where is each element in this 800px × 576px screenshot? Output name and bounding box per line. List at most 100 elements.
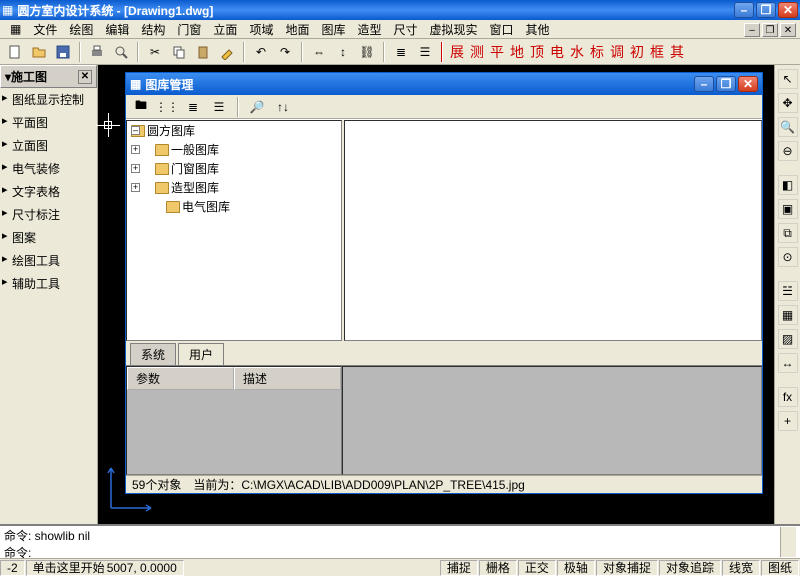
toggle-polar[interactable]: 极轴 xyxy=(557,560,595,576)
menu-struct[interactable]: 结构 xyxy=(135,21,171,38)
toggle-grid[interactable]: 栅格 xyxy=(479,560,517,576)
dialog-title-bar[interactable]: ▦ 图库管理 – ❐ ✕ xyxy=(126,73,762,95)
cut-button[interactable]: ✂ xyxy=(144,41,166,63)
lp-item-assist[interactable]: 辅助工具 xyxy=(0,272,97,295)
dlg-tree-icon[interactable]: 🖿 xyxy=(130,96,152,118)
tree-child-elec[interactable]: 电气图库 xyxy=(127,197,341,216)
layer-icon[interactable]: ☱ xyxy=(778,281,798,301)
red-btn-10[interactable]: 框 xyxy=(648,42,666,62)
arrow-icon[interactable]: ↖ xyxy=(778,69,798,89)
lp-item-drawtools[interactable]: 绘图工具 xyxy=(0,249,97,272)
mdi-close[interactable]: ✕ xyxy=(780,23,796,37)
new-file-button[interactable] xyxy=(4,41,26,63)
dlg-list-icon[interactable]: ⋮⋮ xyxy=(156,96,178,118)
open-file-button[interactable] xyxy=(28,41,50,63)
red-btn-0[interactable]: 展 xyxy=(448,42,466,62)
lineweight-button[interactable]: ≣ xyxy=(390,41,412,63)
chain-button[interactable]: ⛓ xyxy=(356,41,378,63)
red-btn-2[interactable]: 平 xyxy=(488,42,506,62)
maximize-button[interactable]: ❐ xyxy=(756,2,776,18)
tree-child-doorwin[interactable]: +门窗图库 xyxy=(127,159,341,178)
expand-icon[interactable]: + xyxy=(131,183,140,192)
menu-file[interactable]: 文件 xyxy=(27,21,63,38)
menu-doorwin[interactable]: 门窗 xyxy=(171,21,207,38)
close-button[interactable]: ✕ xyxy=(778,2,798,18)
red-btn-1[interactable]: 测 xyxy=(468,42,486,62)
pan-icon[interactable]: ✥ xyxy=(778,93,798,113)
red-btn-3[interactable]: 地 xyxy=(508,42,526,62)
red-btn-6[interactable]: 水 xyxy=(568,42,586,62)
menu-vr[interactable]: 虚拟现实 xyxy=(424,21,484,38)
prop-button[interactable]: ☰ xyxy=(414,41,436,63)
ruler-button[interactable]: ↕ xyxy=(332,41,354,63)
menu-draw[interactable]: 绘图 xyxy=(63,21,99,38)
lp-item-text[interactable]: 文字表格 xyxy=(0,180,97,203)
dlg-search-icon[interactable]: 🔎 xyxy=(246,96,268,118)
dist-button[interactable]: ⇔ xyxy=(308,41,330,63)
mdi-restore[interactable]: ❐ xyxy=(762,23,778,37)
measure-icon[interactable]: ↔ xyxy=(778,353,798,373)
zoom-center-icon[interactable]: ⊙ xyxy=(778,247,798,267)
save-button[interactable] xyxy=(52,41,74,63)
red-btn-5[interactable]: 电 xyxy=(548,42,566,62)
library-tree[interactable]: – 圆方图库 +一般图库 +门窗图库 +造型图库 电气图库 xyxy=(126,120,342,341)
tab-system[interactable]: 系统 xyxy=(130,343,176,365)
status-hint[interactable]: 单击这里开始5007, 0.0000 xyxy=(26,560,184,576)
menu-other[interactable]: 其他 xyxy=(520,21,556,38)
menu-dim[interactable]: 尺寸 xyxy=(388,21,424,38)
zoom-extents-icon[interactable]: ▣ xyxy=(778,199,798,219)
menu-item[interactable]: 项域 xyxy=(243,21,279,38)
lp-item-elec[interactable]: 电气装修 xyxy=(0,157,97,180)
fx-icon[interactable]: fx xyxy=(778,387,798,407)
menu-window[interactable]: 窗口 xyxy=(484,21,520,38)
tree-child-general[interactable]: +一般图库 xyxy=(127,140,341,159)
collapse-icon[interactable]: – xyxy=(131,126,140,135)
menu-elev[interactable]: 立面 xyxy=(207,21,243,38)
minimize-button[interactable]: – xyxy=(734,2,754,18)
toggle-osnap[interactable]: 对象捕捉 xyxy=(596,560,658,576)
paste-button[interactable] xyxy=(192,41,214,63)
lp-item-dim[interactable]: 尺寸标注 xyxy=(0,203,97,226)
red-btn-9[interactable]: 初 xyxy=(628,42,646,62)
param-col-name[interactable]: 参数 xyxy=(127,367,234,390)
param-col-desc[interactable]: 描述 xyxy=(234,367,341,390)
red-btn-7[interactable]: 标 xyxy=(588,42,606,62)
dlg-view-icon[interactable]: ☰ xyxy=(208,96,230,118)
zoom-scale-icon[interactable]: ⧉ xyxy=(778,223,798,243)
tree-child-shape[interactable]: +造型图库 xyxy=(127,178,341,197)
menu-floor[interactable]: 地面 xyxy=(279,21,315,38)
zoom-out-icon[interactable]: ⊖ xyxy=(778,141,798,161)
lp-item-elev[interactable]: 立面图 xyxy=(0,134,97,157)
dlg-close[interactable]: ✕ xyxy=(738,76,758,92)
lp-item-plan[interactable]: 平面图 xyxy=(0,111,97,134)
toggle-otrack[interactable]: 对象追踪 xyxy=(659,560,721,576)
command-line[interactable]: 命令: showlib nil 命令: xyxy=(0,524,800,558)
cmd-scrollbar[interactable] xyxy=(780,527,796,557)
expand-icon[interactable]: + xyxy=(131,164,140,173)
toggle-ortho[interactable]: 正交 xyxy=(518,560,556,576)
red-btn-8[interactable]: 调 xyxy=(608,42,626,62)
toggle-paper[interactable]: 图纸 xyxy=(761,560,799,576)
red-btn-11[interactable]: 其 xyxy=(668,42,686,62)
redo-button[interactable]: ↷ xyxy=(274,41,296,63)
dlg-maximize[interactable]: ❐ xyxy=(716,76,736,92)
print-button[interactable] xyxy=(86,41,108,63)
menu-shape[interactable]: 造型 xyxy=(351,21,387,38)
lp-item-display[interactable]: 图纸显示控制 xyxy=(0,88,97,111)
dlg-sort-icon[interactable]: ↑↓ xyxy=(272,96,294,118)
preview-button[interactable] xyxy=(110,41,132,63)
toggle-snap[interactable]: 捕捉 xyxy=(440,560,478,576)
zoom-window-icon[interactable]: ◧ xyxy=(778,175,798,195)
mdi-minimize[interactable]: – xyxy=(744,23,760,37)
zoom-in-icon[interactable]: 🔍 xyxy=(778,117,798,137)
undo-button[interactable]: ↶ xyxy=(250,41,272,63)
menu-lib[interactable]: 图库 xyxy=(315,21,351,38)
toggle-lwt[interactable]: 线宽 xyxy=(722,560,760,576)
tree-root[interactable]: – 圆方图库 xyxy=(127,121,341,140)
left-panel-close[interactable]: ✕ xyxy=(78,70,92,84)
expand-icon[interactable]: + xyxy=(131,145,140,154)
tab-user[interactable]: 用户 xyxy=(178,343,224,365)
match-button[interactable] xyxy=(216,41,238,63)
lp-item-pattern[interactable]: 图案 xyxy=(0,226,97,249)
color-icon[interactable]: ▦ xyxy=(778,305,798,325)
